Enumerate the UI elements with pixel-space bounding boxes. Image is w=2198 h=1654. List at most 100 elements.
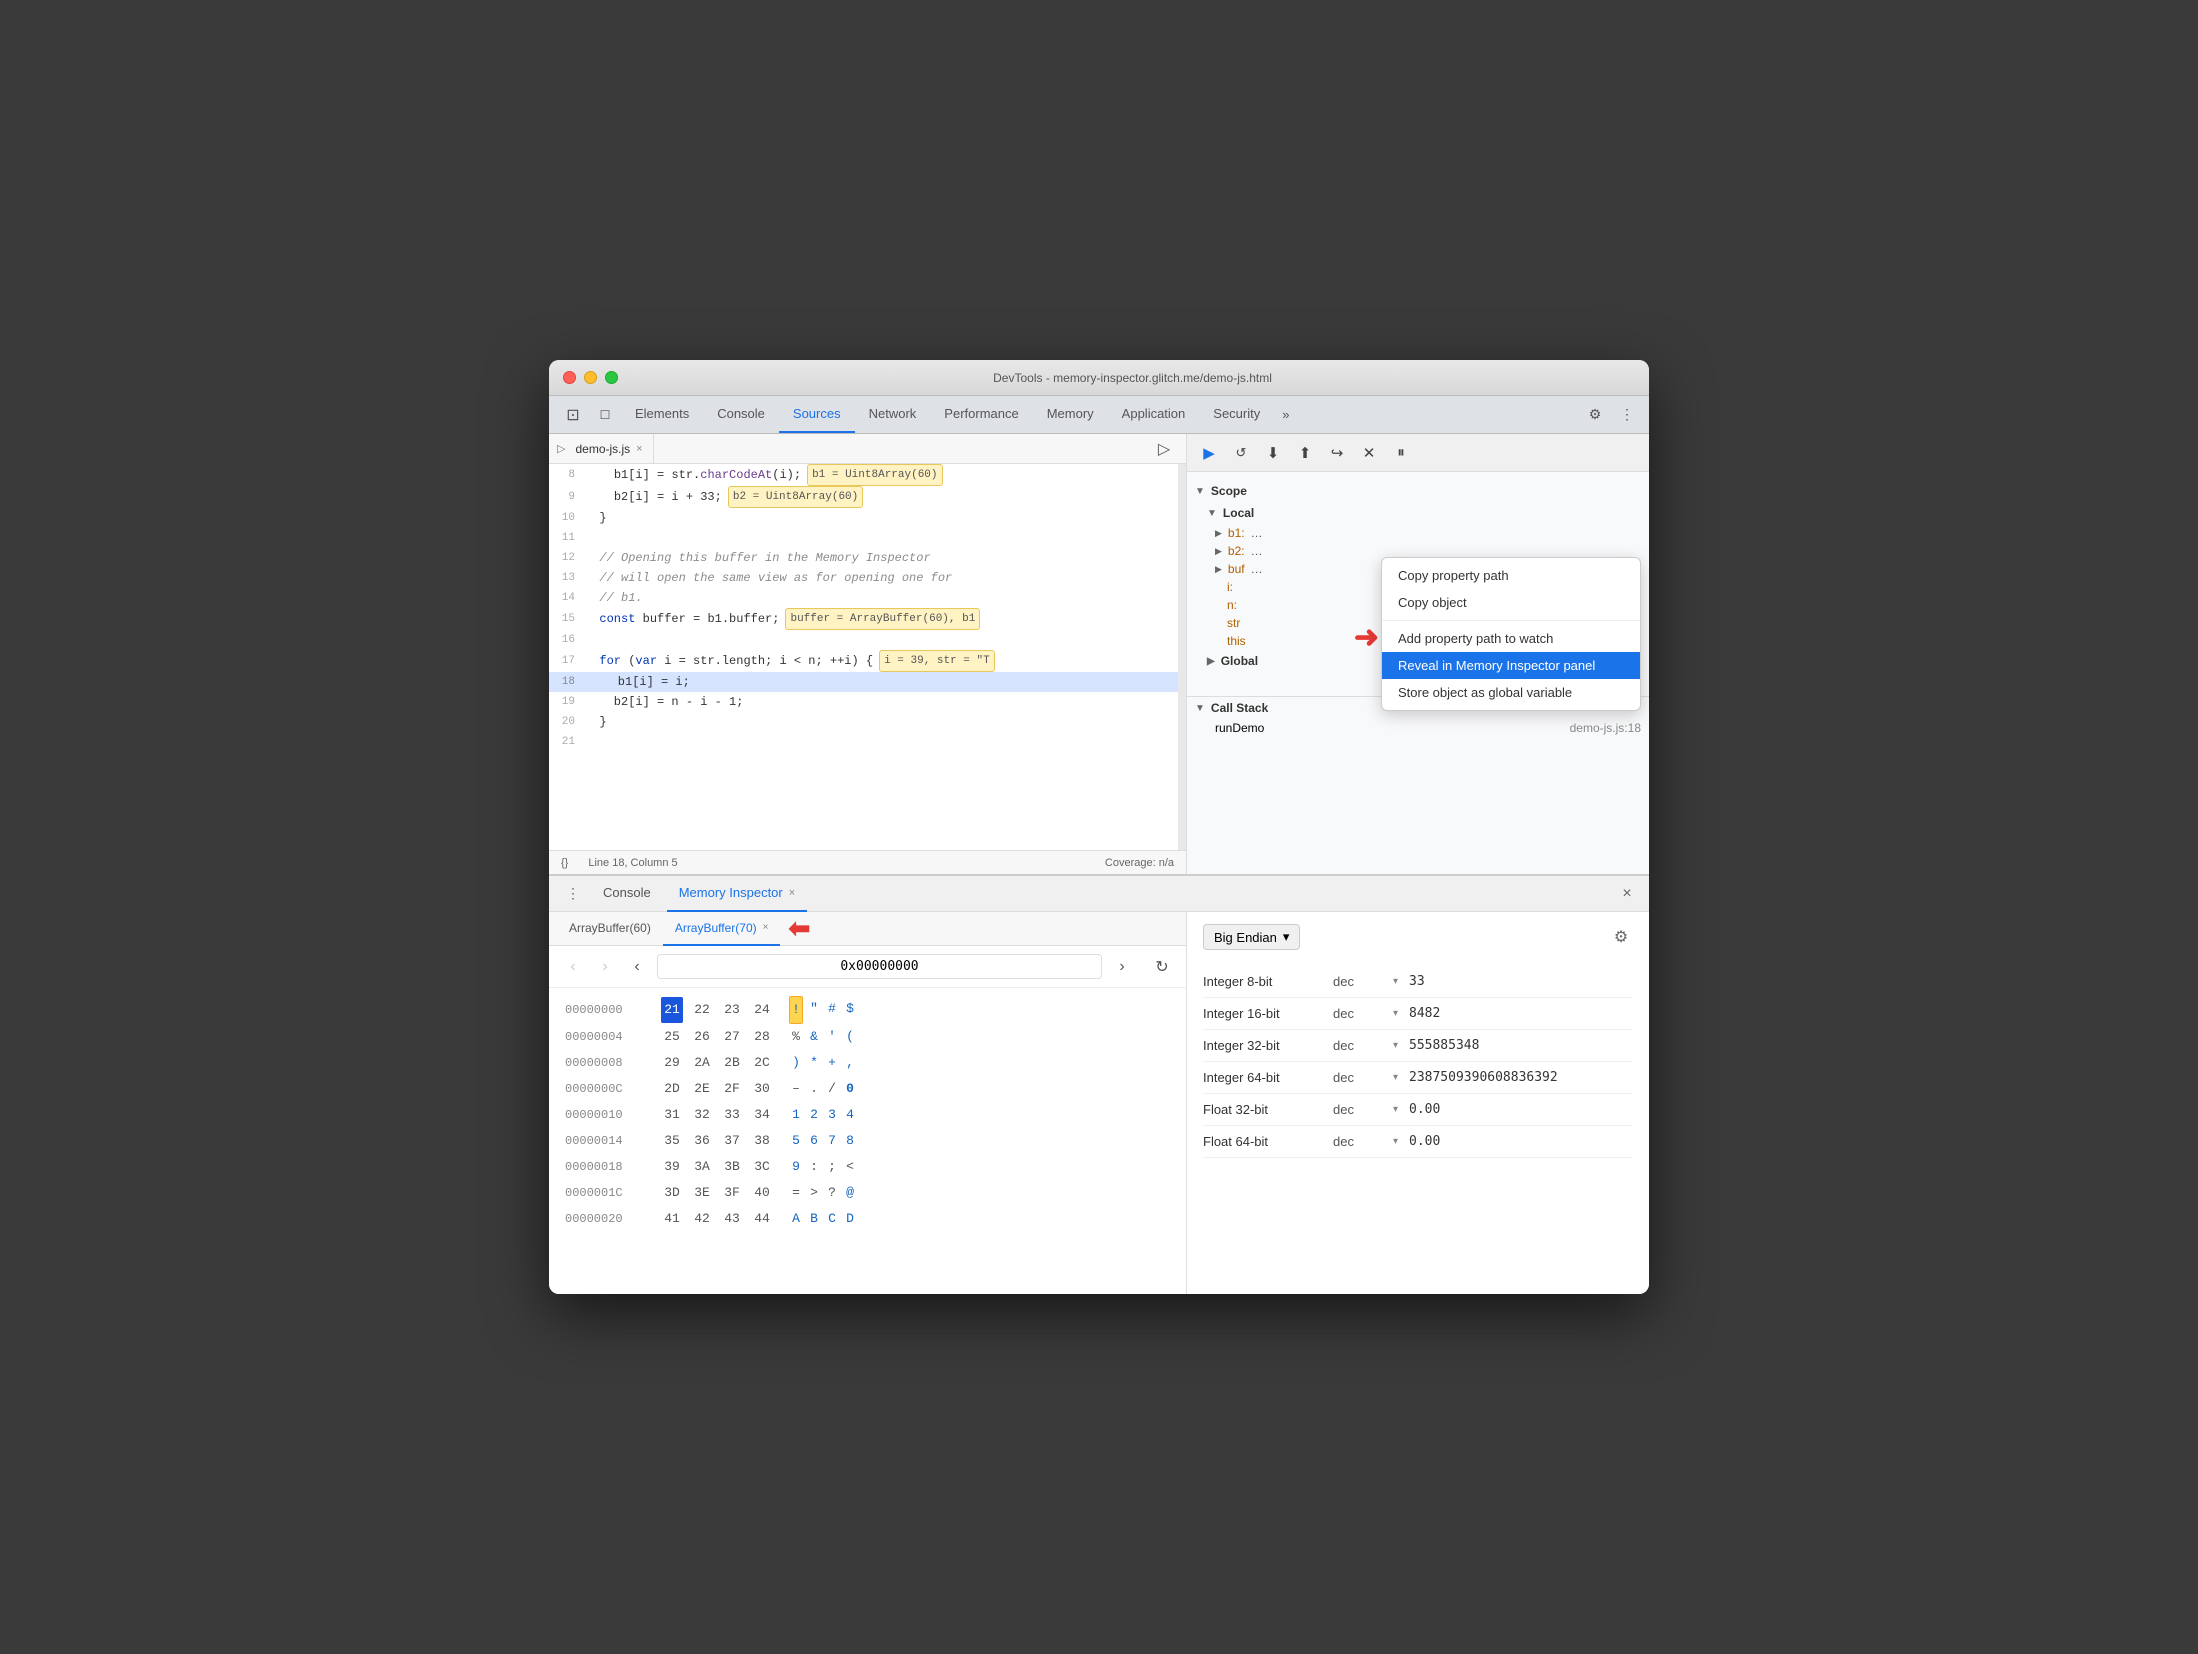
callstack-title: Call Stack — [1211, 701, 1268, 715]
dt-arrow-int32[interactable]: ▾ — [1393, 1040, 1409, 1051]
hex-byte[interactable]: 36 — [691, 1128, 713, 1154]
hex-byte[interactable]: 44 — [751, 1206, 773, 1232]
step-into-btn[interactable]: ⬆ — [1291, 439, 1319, 467]
local-header[interactable]: ▼ Local — [1195, 502, 1641, 524]
hex-byte[interactable]: 3C — [751, 1154, 773, 1180]
step-out-btn[interactable]: ↪ — [1323, 439, 1351, 467]
hex-byte[interactable]: 24 — [751, 997, 773, 1023]
dt-arrow-int8[interactable]: ▾ — [1393, 976, 1409, 987]
hex-byte[interactable]: 2C — [751, 1050, 773, 1076]
ctx-copy-path[interactable]: Copy property path — [1382, 562, 1640, 589]
hex-byte[interactable]: 2E — [691, 1076, 713, 1102]
hex-byte[interactable]: 32 — [691, 1102, 713, 1128]
hex-byte[interactable]: 3E — [691, 1180, 713, 1206]
close-bottom-panel-btn[interactable]: × — [1615, 882, 1639, 906]
address-input[interactable] — [657, 954, 1102, 979]
hex-byte[interactable]: 38 — [751, 1128, 773, 1154]
settings-icon[interactable]: ⚙ — [1581, 401, 1609, 429]
hex-byte[interactable]: 39 — [661, 1154, 683, 1180]
resume-btn[interactable]: ▶ — [1195, 439, 1223, 467]
tab-console[interactable]: Console — [703, 396, 779, 433]
sidebar-toggle-icon[interactable]: ▷ — [557, 442, 565, 455]
hex-byte[interactable]: 3F — [721, 1180, 743, 1206]
ctx-store-global[interactable]: Store object as global variable — [1382, 679, 1640, 706]
nav-prev-btn[interactable]: ‹ — [625, 955, 649, 979]
hex-byte[interactable]: 3D — [661, 1180, 683, 1206]
hex-byte[interactable]: 23 — [721, 997, 743, 1023]
dt-arrow-int64[interactable]: ▾ — [1393, 1072, 1409, 1083]
hex-byte[interactable]: 3A — [691, 1154, 713, 1180]
hex-byte[interactable]: 35 — [661, 1128, 683, 1154]
tab-sources[interactable]: Sources — [779, 396, 855, 433]
tab-console-bottom[interactable]: Console — [591, 876, 663, 912]
devtools-icon[interactable]: ⊡ — [557, 396, 589, 433]
close-button[interactable] — [563, 371, 576, 384]
hex-byte[interactable]: 26 — [691, 1024, 713, 1050]
nav-back-btn[interactable]: ‹ — [561, 955, 585, 979]
hex-byte[interactable]: 3B — [721, 1154, 743, 1180]
tab-performance[interactable]: Performance — [930, 396, 1032, 433]
code-line-20: 20 } — [549, 712, 1186, 732]
hex-byte[interactable]: 41 — [661, 1206, 683, 1232]
hex-byte[interactable]: 2F — [721, 1076, 743, 1102]
subtab-arraybuffer-70[interactable]: ArrayBuffer(70) × — [663, 912, 781, 946]
hex-byte[interactable]: 37 — [721, 1128, 743, 1154]
hex-byte[interactable]: 28 — [751, 1024, 773, 1050]
hex-char: 7 — [825, 1128, 839, 1154]
hex-byte[interactable]: 33 — [721, 1102, 743, 1128]
tab-more[interactable]: » — [1274, 396, 1297, 433]
hex-byte[interactable]: 2D — [661, 1076, 683, 1102]
minimize-button[interactable] — [584, 371, 597, 384]
dt-arrow-float32[interactable]: ▾ — [1393, 1104, 1409, 1115]
inline-eval-loop: i = 39, str = "T — [879, 650, 995, 672]
pause-recording-btn[interactable]: ↺ — [1227, 439, 1255, 467]
tab-memory[interactable]: Memory — [1033, 396, 1108, 433]
hex-byte[interactable]: 2A — [691, 1050, 713, 1076]
dt-arrow-float64[interactable]: ▾ — [1393, 1136, 1409, 1147]
tab-elements[interactable]: Elements — [621, 396, 703, 433]
pause-btn[interactable]: ⏸ — [1387, 439, 1415, 467]
inline-eval-b1: b1 = Uint8Array(60) — [807, 464, 942, 486]
nav-next-btn[interactable]: › — [1110, 955, 1134, 979]
hex-byte[interactable]: 29 — [661, 1050, 683, 1076]
refresh-btn[interactable]: ↻ — [1150, 955, 1174, 979]
tab-network[interactable]: Network — [855, 396, 931, 433]
dt-arrow-int16[interactable]: ▾ — [1393, 1008, 1409, 1019]
code-scrollbar[interactable] — [1178, 464, 1186, 850]
dock-icon[interactable]: ☐ — [589, 396, 621, 433]
scope-header[interactable]: ▼ Scope — [1195, 480, 1641, 502]
hex-byte[interactable]: 31 — [661, 1102, 683, 1128]
hex-byte[interactable]: 21 — [661, 997, 683, 1023]
hex-byte[interactable]: 34 — [751, 1102, 773, 1128]
file-more-icon[interactable]: ▷ — [1150, 435, 1178, 463]
maximize-button[interactable] — [605, 371, 618, 384]
ctx-reveal-memory[interactable]: Reveal in Memory Inspector panel — [1382, 652, 1640, 679]
ctx-copy-object[interactable]: Copy object — [1382, 589, 1640, 616]
hex-byte[interactable]: 40 — [751, 1180, 773, 1206]
deactivate-btn[interactable]: ✕ — [1355, 439, 1383, 467]
subtab-70-close-icon[interactable]: × — [763, 922, 769, 933]
file-tab-demo-js[interactable]: demo-js.js × — [565, 434, 653, 464]
tab-application[interactable]: Application — [1108, 396, 1200, 433]
ctx-add-watch[interactable]: Add property path to watch — [1382, 625, 1640, 652]
hex-byte[interactable]: 22 — [691, 997, 713, 1023]
tab-memory-inspector[interactable]: Memory Inspector × — [667, 876, 807, 912]
more-options-icon[interactable]: ⋮ — [1613, 401, 1641, 429]
bottom-panel-menu-icon[interactable]: ⋮ — [559, 880, 587, 908]
hex-byte[interactable]: 25 — [661, 1024, 683, 1050]
endian-select[interactable]: Big Endian ▾ — [1203, 924, 1300, 950]
hex-byte[interactable]: 2B — [721, 1050, 743, 1076]
subtab-arraybuffer-60[interactable]: ArrayBuffer(60) — [557, 912, 663, 946]
tab-security[interactable]: Security — [1199, 396, 1274, 433]
data-type-settings-icon[interactable]: ⚙ — [1609, 925, 1633, 949]
hex-byte[interactable]: 27 — [721, 1024, 743, 1050]
memory-inspector-close-icon[interactable]: × — [789, 887, 795, 899]
step-over-btn[interactable]: ⬇ — [1259, 439, 1287, 467]
nav-forward-btn[interactable]: › — [593, 955, 617, 979]
file-close-icon[interactable]: × — [636, 443, 642, 455]
inline-eval-b2: b2 = Uint8Array(60) — [728, 486, 863, 508]
hex-byte[interactable]: 42 — [691, 1206, 713, 1232]
hex-byte[interactable]: 43 — [721, 1206, 743, 1232]
scope-item-b1[interactable]: ▶ b1: … — [1195, 524, 1641, 542]
hex-byte[interactable]: 30 — [751, 1076, 773, 1102]
